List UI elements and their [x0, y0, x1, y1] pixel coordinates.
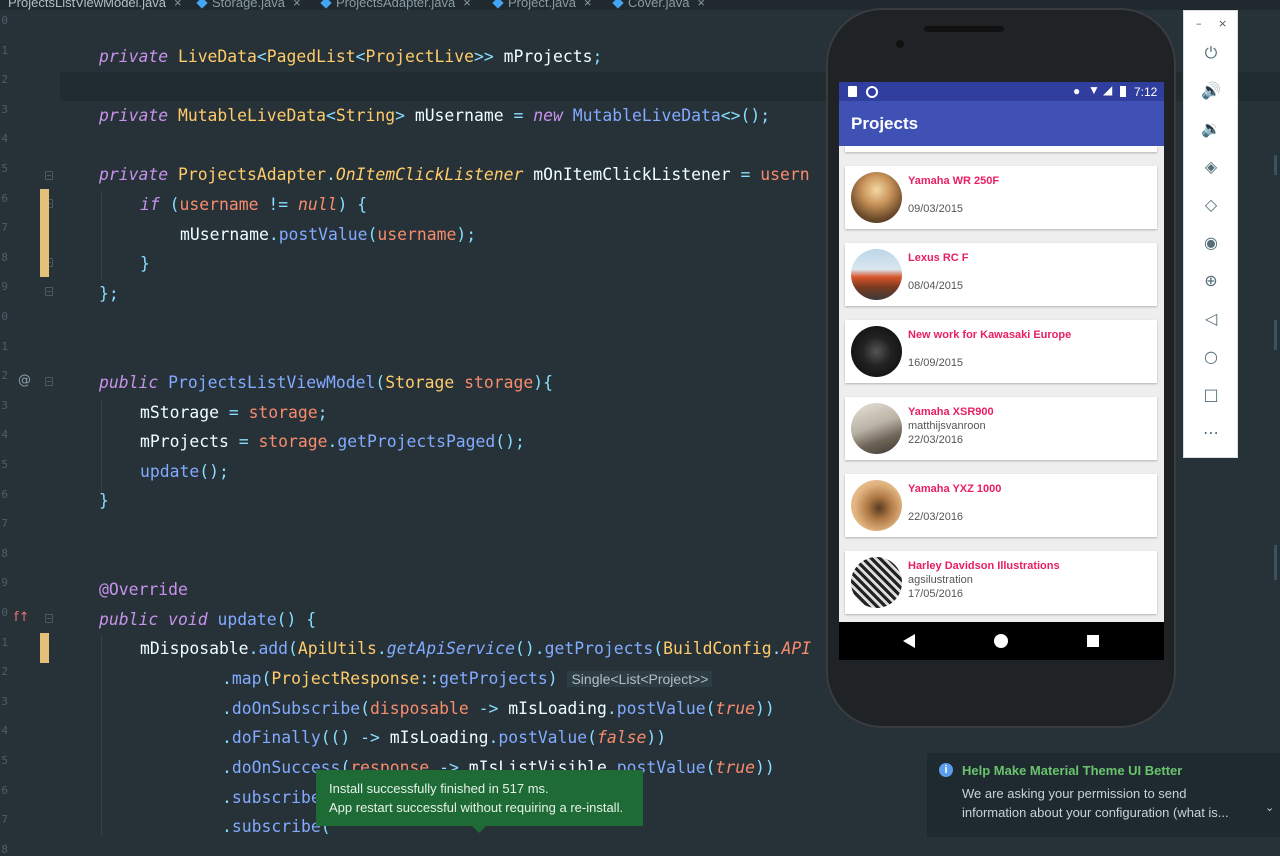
notification-body: information about your configuration (wh…: [962, 805, 1229, 820]
project-thumbnail: [851, 172, 902, 223]
overview-icon[interactable]: [1087, 635, 1099, 647]
volume-up-icon[interactable]: 🔊: [1200, 80, 1222, 102]
code-line: .doOnSubscribe(disposable -> mIsLoading.…: [222, 699, 775, 718]
battery-icon: [1120, 86, 1126, 97]
project-date: 16/09/2015: [908, 357, 964, 369]
project-thumbnail: [851, 480, 902, 531]
camera-icon[interactable]: ◉: [1200, 232, 1222, 254]
code-line: private MutableLiveData<String> mUsernam…: [99, 106, 771, 125]
code-line: .subscribe(: [222, 817, 331, 836]
android-nav-bar: [839, 622, 1164, 660]
project-thumbnail: [851, 249, 902, 300]
zoom-icon[interactable]: ⊕: [1200, 270, 1222, 292]
project-thumbnail: [851, 326, 902, 377]
notification-body: We are asking your permission to send: [962, 786, 1187, 801]
toast-pointer: [472, 826, 486, 833]
status-bar: ● ▼ ◢ 7:12: [839, 82, 1164, 101]
code-line: };: [99, 284, 119, 303]
rotate-left-icon[interactable]: ◈: [1200, 156, 1222, 178]
code-line: public ProjectsListViewModel(Storage sto…: [99, 373, 553, 392]
project-title: Yamaha WR 250F: [908, 175, 1000, 187]
home-icon[interactable]: [994, 634, 1008, 648]
type-hint: Single<List<Project>>: [567, 671, 713, 687]
project-author: agsilustration: [908, 574, 973, 586]
code-line: mProjects = storage.getProjectsPaged();: [140, 432, 525, 451]
notification-icon: [848, 86, 857, 97]
signal-icon: ◢: [1103, 83, 1113, 97]
list-item[interactable]: Yamaha XSR900 matthijsvanroon 22/03/2016: [845, 397, 1157, 460]
list-item[interactable]: Yamaha YXZ 1000 22/03/2016: [845, 474, 1157, 537]
code-line: mUsername.postValue(username);: [180, 225, 477, 244]
chevron-down-icon[interactable]: ⌄: [1265, 801, 1274, 814]
location-icon: ●: [1073, 84, 1081, 98]
app-title: Projects: [851, 114, 919, 133]
code-line: .map(ProjectResponse::getProjects) Singl…: [222, 669, 713, 689]
project-author: matthijsvanroon: [908, 420, 986, 432]
install-toast: Install successfully finished in 517 ms.…: [316, 770, 643, 833]
close-window-button[interactable]: ×: [1218, 17, 1227, 30]
code-line: private ProjectsAdapter.OnItemClickListe…: [99, 165, 810, 184]
notification-title: Help Make Material Theme UI Better: [962, 763, 1183, 778]
info-icon: i: [939, 763, 953, 777]
code-line: private LiveData<PagedList<ProjectLive>>…: [99, 47, 603, 66]
home-icon[interactable]: ○: [1200, 346, 1222, 368]
toast-line-2: App restart successful without requiring…: [329, 800, 624, 815]
code-line: .doFinally(() -> mIsLoading.postValue(fa…: [222, 728, 667, 747]
code-line: mDisposable.add(ApiUtils.getApiService()…: [140, 639, 812, 658]
notification-balloon[interactable]: i Help Make Material Theme UI Better We …: [927, 753, 1280, 837]
code-line: }: [140, 254, 150, 273]
project-date: 09/03/2015: [908, 203, 964, 215]
app-toolbar: Projects: [839, 101, 1164, 146]
list-item[interactable]: Harley Davidson Illustrations agsilustra…: [845, 551, 1157, 614]
project-title: Lexus RC F: [908, 252, 969, 264]
back-icon[interactable]: [903, 634, 915, 648]
code-line: update();: [140, 462, 229, 481]
code-line: }: [99, 491, 109, 510]
overview-icon[interactable]: □: [1200, 384, 1222, 406]
project-title: Yamaha YXZ 1000: [908, 483, 1002, 495]
project-thumbnail: [851, 557, 902, 608]
project-date: 17/05/2016: [908, 588, 964, 600]
code-line: public void update() {: [99, 610, 317, 629]
more-icon[interactable]: ⋯: [1200, 422, 1222, 444]
list-item[interactable]: [845, 146, 1157, 152]
volume-down-icon[interactable]: 🔉: [1200, 118, 1222, 140]
phone-speaker: [924, 26, 1004, 32]
minimize-button[interactable]: –: [1196, 17, 1202, 30]
sync-icon: [866, 86, 878, 98]
project-date: 22/03/2016: [908, 511, 964, 523]
power-icon[interactable]: ⏻: [1200, 42, 1222, 64]
scroll-marker[interactable]: [1274, 155, 1277, 175]
emulator-toolbar: – × ⏻ 🔊 🔉 ◈ ◇ ◉ ⊕ ◁ ○ □ ⋯: [1183, 10, 1238, 458]
project-thumbnail: [851, 403, 902, 454]
list-item[interactable]: Yamaha WR 250F 09/03/2015: [845, 166, 1157, 229]
line-number: 8: [1, 842, 8, 856]
project-title: Harley Davidson Illustrations: [908, 560, 1060, 572]
wifi-icon: ▼: [1088, 83, 1100, 97]
project-date: 22/03/2016: [908, 434, 964, 446]
project-date: 08/04/2015: [908, 280, 964, 292]
project-title: Yamaha XSR900: [908, 406, 994, 418]
status-time: 7:12: [1134, 85, 1158, 99]
code-line: mStorage = storage;: [140, 403, 328, 422]
list-item[interactable]: New work for Kawasaki Europe 16/09/2015: [845, 320, 1157, 383]
project-title: New work for Kawasaki Europe: [908, 329, 1072, 341]
rotate-right-icon[interactable]: ◇: [1200, 194, 1222, 216]
emulator-screen[interactable]: ● ▼ ◢ 7:12 Projects Yamaha WR 250F 09/03…: [839, 82, 1164, 660]
code-line: @Override: [99, 580, 188, 599]
toast-line-1: Install successfully finished in 517 ms.: [329, 781, 549, 796]
scroll-marker[interactable]: [1274, 320, 1277, 350]
phone-camera: [896, 40, 904, 48]
list-item[interactable]: Lexus RC F 08/04/2015: [845, 243, 1157, 306]
scroll-marker[interactable]: [1274, 545, 1277, 580]
back-icon[interactable]: ◁: [1200, 308, 1222, 330]
code-line: if (username != null) {: [140, 195, 368, 214]
code-line: .subscribe: [222, 788, 321, 807]
